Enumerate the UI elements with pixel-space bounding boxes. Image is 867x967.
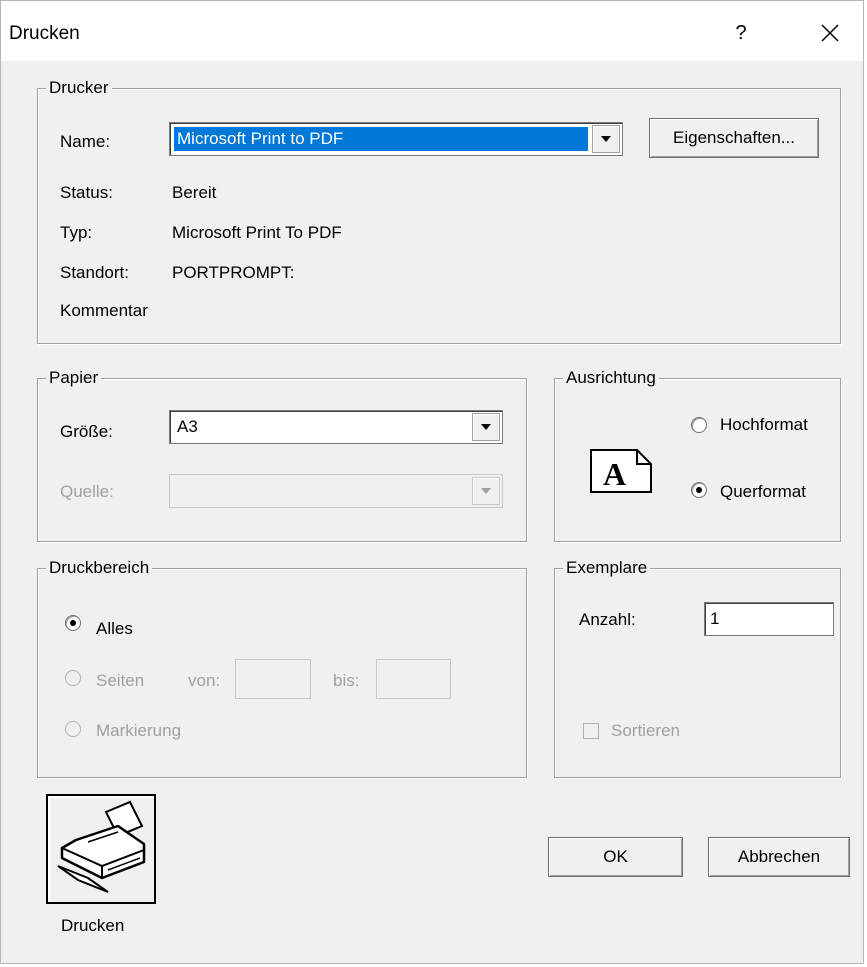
copies-group-label: Exemplare	[563, 558, 651, 578]
print-pages-radio	[65, 670, 81, 686]
copies-count-label: Anzahl:	[579, 610, 636, 629]
print-dialog: Drucken ? Drucker Name: Microsoft Print …	[0, 0, 864, 964]
orientation-icon-letter: A	[603, 456, 626, 492]
collate-label: Sortieren	[611, 721, 680, 740]
landscape-page-icon: A	[590, 449, 652, 493]
properties-button[interactable]: Eigenschaften...	[649, 118, 819, 158]
copies-count-value: 1	[710, 609, 720, 628]
landscape-radio[interactable]	[691, 482, 707, 498]
print-icon-label: Drucken	[61, 916, 125, 935]
print-selection-radio	[65, 721, 81, 737]
printer-group-label: Drucker	[46, 78, 112, 98]
status-value: Bereit	[172, 183, 217, 202]
location-label: Standort:	[60, 263, 129, 282]
status-label: Status:	[60, 183, 113, 202]
paper-source-select	[169, 474, 503, 508]
comment-label: Kommentar	[60, 301, 148, 320]
paper-source-dropdown-button	[472, 477, 500, 505]
from-page-input	[235, 659, 311, 699]
printer-name-dropdown-button[interactable]	[592, 125, 620, 153]
title-bar: Drucken ?	[1, 1, 863, 61]
print-selection-label: Markierung	[96, 721, 182, 740]
printer-name-value: Microsoft Print to PDF	[174, 127, 588, 151]
from-label: von:	[188, 671, 221, 690]
paper-group-label: Papier	[46, 368, 102, 388]
close-icon	[821, 24, 839, 42]
paper-size-value: A3	[177, 417, 198, 436]
paper-source-value	[174, 479, 180, 503]
close-button[interactable]	[805, 15, 855, 51]
chevron-down-icon	[601, 136, 611, 142]
ok-button[interactable]: OK	[548, 837, 683, 877]
printer-name-select[interactable]: Microsoft Print to PDF	[169, 122, 623, 156]
to-label: bis:	[333, 671, 360, 690]
print-all-radio[interactable]	[65, 615, 81, 631]
type-label: Typ:	[60, 223, 93, 242]
paper-size-label: Größe:	[60, 422, 113, 441]
window-title: Drucken	[9, 23, 80, 44]
paper-size-select[interactable]: A3	[169, 410, 503, 444]
orientation-group-label: Ausrichtung	[563, 368, 659, 388]
location-value: PORTPROMPT:	[172, 263, 295, 282]
paper-group: Papier	[37, 368, 527, 542]
type-value: Microsoft Print To PDF	[172, 223, 342, 242]
help-icon: ?	[735, 21, 747, 44]
chevron-down-icon	[481, 424, 491, 430]
print-all-label[interactable]: Alles	[96, 619, 133, 639]
collate-checkbox	[583, 723, 599, 739]
to-page-input	[376, 659, 451, 699]
print-icon-button[interactable]	[46, 794, 156, 904]
paper-size-dropdown-button[interactable]	[472, 413, 500, 441]
print-range-group-label: Druckbereich	[46, 558, 153, 578]
chevron-down-icon	[481, 488, 491, 494]
copies-count-input[interactable]: 1	[704, 602, 834, 636]
portrait-radio[interactable]	[691, 417, 707, 433]
copies-group: Exemplare	[554, 558, 841, 778]
landscape-label[interactable]: Querformat	[720, 482, 806, 502]
printer-name-label: Name:	[60, 132, 111, 151]
cancel-button[interactable]: Abbrechen	[708, 837, 850, 877]
paper-source-label: Quelle:	[60, 482, 114, 501]
printer-icon	[57, 800, 146, 893]
print-pages-label: Seiten	[96, 671, 145, 690]
help-button[interactable]: ?	[719, 15, 763, 51]
portrait-label[interactable]: Hochformat	[720, 415, 808, 435]
